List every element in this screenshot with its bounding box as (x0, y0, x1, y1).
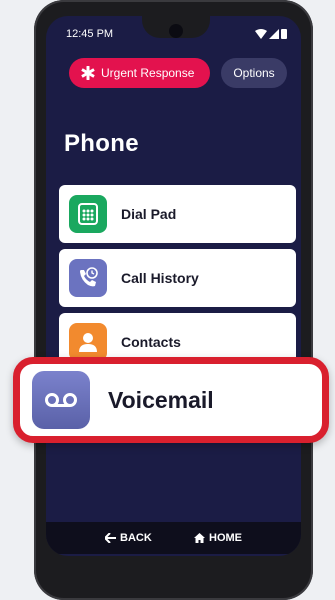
contacts-icon (69, 323, 107, 361)
navigation-bar: BACK HOME (46, 522, 301, 554)
home-label: HOME (209, 532, 242, 544)
voicemail-icon (32, 371, 90, 429)
call-history-label: Call History (121, 270, 199, 286)
back-label: BACK (120, 532, 152, 544)
voicemail-label: Voicemail (108, 386, 214, 413)
call-history-icon (69, 259, 107, 297)
call-history-item[interactable]: Call History (59, 249, 296, 307)
phone-screen: 12:45 PM Urgent Response Options Phone D… (46, 16, 301, 556)
signal-icon (269, 29, 279, 39)
dial-pad-label: Dial Pad (121, 206, 177, 222)
status-time: 12:45 PM (66, 28, 114, 40)
star-of-life-icon (81, 66, 95, 80)
urgent-response-label: Urgent Response (101, 66, 195, 80)
battery-icon (281, 29, 287, 39)
dial-pad-item[interactable]: Dial Pad (59, 185, 296, 243)
back-button[interactable]: BACK (105, 532, 152, 544)
status-icons (255, 29, 287, 39)
status-bar: 12:45 PM (66, 28, 287, 44)
dial-pad-icon (69, 195, 107, 233)
urgent-response-button[interactable]: Urgent Response (69, 58, 210, 88)
home-button[interactable]: HOME (194, 532, 242, 544)
page-title: Phone (64, 130, 139, 157)
voicemail-item[interactable]: Voicemail (13, 357, 329, 443)
wifi-icon (255, 29, 267, 39)
contacts-label: Contacts (121, 334, 181, 350)
options-button[interactable]: Options (221, 58, 287, 88)
back-arrow-icon (105, 533, 116, 543)
home-icon (194, 533, 205, 543)
